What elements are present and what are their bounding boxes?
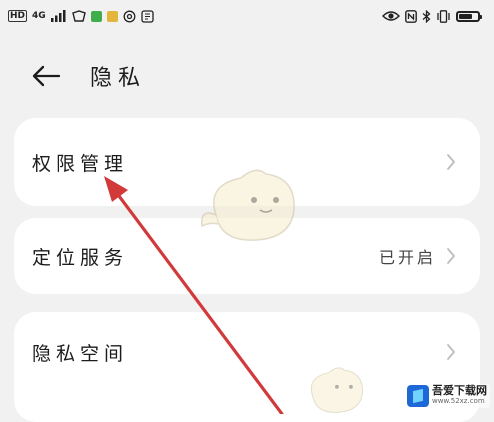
- item-right: [446, 153, 456, 171]
- battery-icon: [456, 10, 482, 22]
- watermark-text: 吾爱下载网 www.52xz.com: [432, 385, 487, 407]
- watermark-url: www.52xz.com: [432, 397, 485, 405]
- signal-type: 4G: [32, 11, 46, 21]
- chevron-right-icon: [446, 153, 456, 171]
- item-label: 权限管理: [32, 152, 129, 175]
- at-icon: [123, 10, 136, 23]
- mascot-watermark-icon: [196, 160, 306, 250]
- app-icon-green: [90, 10, 102, 22]
- status-bar-right: [382, 9, 482, 23]
- chevron-right-icon: [446, 247, 456, 265]
- messaging-icon: [71, 10, 86, 22]
- item-label: 定位服务: [32, 246, 129, 269]
- site-logo-icon: [407, 385, 429, 407]
- hd-badge: HD: [8, 10, 28, 22]
- vibrate-icon: [436, 9, 451, 23]
- private-space-item[interactable]: 隐私空间: [14, 312, 480, 392]
- chevron-right-icon: [446, 343, 456, 361]
- mascot-watermark-icon: [300, 360, 370, 420]
- site-watermark: 吾爱下载网 www.52xz.com: [404, 384, 490, 408]
- status-bar-left: HD 4G: [8, 9, 154, 23]
- eye-icon: [382, 10, 400, 22]
- signal-icon: [50, 10, 67, 22]
- item-right: [446, 343, 456, 361]
- status-bar: HD 4G: [0, 0, 494, 32]
- back-arrow-icon: [31, 65, 61, 87]
- page-header: 隐私: [0, 52, 494, 100]
- watermark-title: 吾爱下载网: [432, 384, 487, 397]
- app-icon-yellow: [106, 10, 118, 22]
- item-right: 已开启: [379, 244, 456, 268]
- bluetooth-icon: [422, 9, 431, 23]
- back-button[interactable]: [22, 52, 70, 100]
- page-title: 隐私: [90, 66, 147, 91]
- item-status: 已开启: [378, 248, 436, 267]
- nfc-icon: [405, 9, 417, 23]
- item-label: 隐私空间: [32, 342, 129, 365]
- app-icon-outline: [141, 9, 154, 23]
